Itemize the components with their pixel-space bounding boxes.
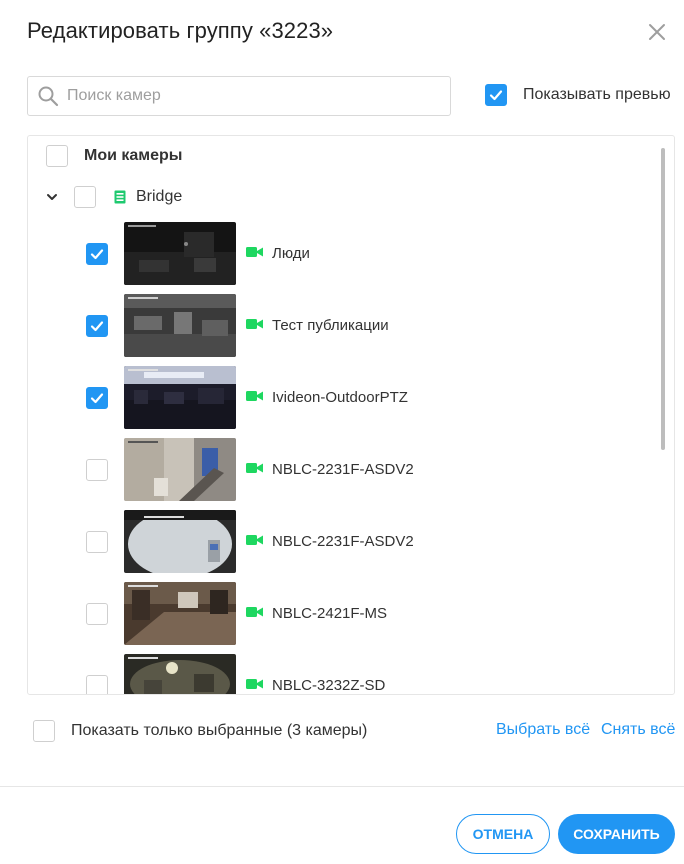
camera-preview-thumbnail[interactable] [124,294,236,357]
dialog-title: Редактировать группу «3223» [27,18,334,43]
tree-root-row[interactable]: Мои камеры [46,145,182,167]
camera-row[interactable]: NBLC-2231F-ASDV2 [86,510,414,573]
server-icon [114,190,126,204]
tree-group-checkbox[interactable] [74,186,96,208]
show-only-selected-checkbox[interactable] [33,720,55,742]
tree-root-checkbox[interactable] [46,145,68,167]
camera-label: NBLC-2231F-ASDV2 [272,533,414,550]
camera-checkbox[interactable] [86,674,108,694]
camera-row[interactable]: NBLC-3232Z-SD [86,654,386,695]
save-button[interactable]: Сохранить [558,814,675,854]
camera-checkbox[interactable] [86,530,108,553]
video-camera-icon [246,389,263,407]
chevron-down-icon[interactable] [43,188,61,206]
camera-preview-thumbnail[interactable] [124,438,236,501]
camera-row[interactable]: Ivideon-OutdoorPTZ [86,366,408,429]
camera-label: Люди [272,245,310,262]
search-input[interactable] [67,87,427,105]
camera-row[interactable]: Тест публикации [86,294,389,357]
camera-preview-thumbnail[interactable] [124,510,236,573]
scrollbar-thumb[interactable] [661,148,665,450]
camera-label: NBLC-3232Z-SD [272,677,386,694]
show-only-selected-label: Показать только выбранные (3 камеры) [71,722,368,739]
camera-checkbox[interactable] [86,314,108,337]
search-field[interactable] [27,76,451,116]
camera-row[interactable]: Люди [86,222,310,285]
deselect-all-link[interactable]: Снять всё [601,721,675,739]
video-camera-icon [246,677,263,695]
camera-preview-thumbnail[interactable] [124,366,236,429]
show-preview-checkbox[interactable] [485,84,507,106]
tree-root-label: Мои камеры [84,147,183,164]
camera-preview-thumbnail[interactable] [124,654,236,694]
tree-group-label: Bridge [136,188,183,205]
search-icon [37,85,59,107]
show-only-selected-toggle[interactable]: Показать только выбранные (3 камеры) [33,720,367,742]
camera-checkbox[interactable] [86,386,108,409]
show-preview-label: Показывать превью [523,86,671,103]
video-camera-icon [246,245,263,263]
video-camera-icon [246,317,263,335]
tree-group-row[interactable]: Bridge [43,186,182,208]
footer-divider [0,786,684,787]
camera-checkbox[interactable] [86,458,108,481]
camera-checkbox[interactable] [86,242,108,265]
cancel-button[interactable]: Отмена [456,814,550,854]
camera-tree: Мои камеры Bridge Люди Тест публикации I… [27,135,675,695]
close-icon[interactable] [645,20,669,44]
select-all-link[interactable]: Выбрать всё [496,721,590,739]
camera-label: Тест публикации [272,317,389,334]
video-camera-icon [246,533,263,551]
camera-preview-thumbnail[interactable] [124,222,236,285]
camera-checkbox[interactable] [86,602,108,625]
camera-label: NBLC-2231F-ASDV2 [272,461,414,478]
camera-row[interactable]: NBLC-2421F-MS [86,582,387,645]
camera-preview-thumbnail[interactable] [124,582,236,645]
camera-label: Ivideon-OutdoorPTZ [272,389,408,406]
video-camera-icon [246,461,263,479]
camera-label: NBLC-2421F-MS [272,605,388,622]
camera-row[interactable]: NBLC-2231F-ASDV2 [86,438,414,501]
show-preview-toggle[interactable]: Показывать превью [485,84,671,106]
video-camera-icon [246,605,263,623]
